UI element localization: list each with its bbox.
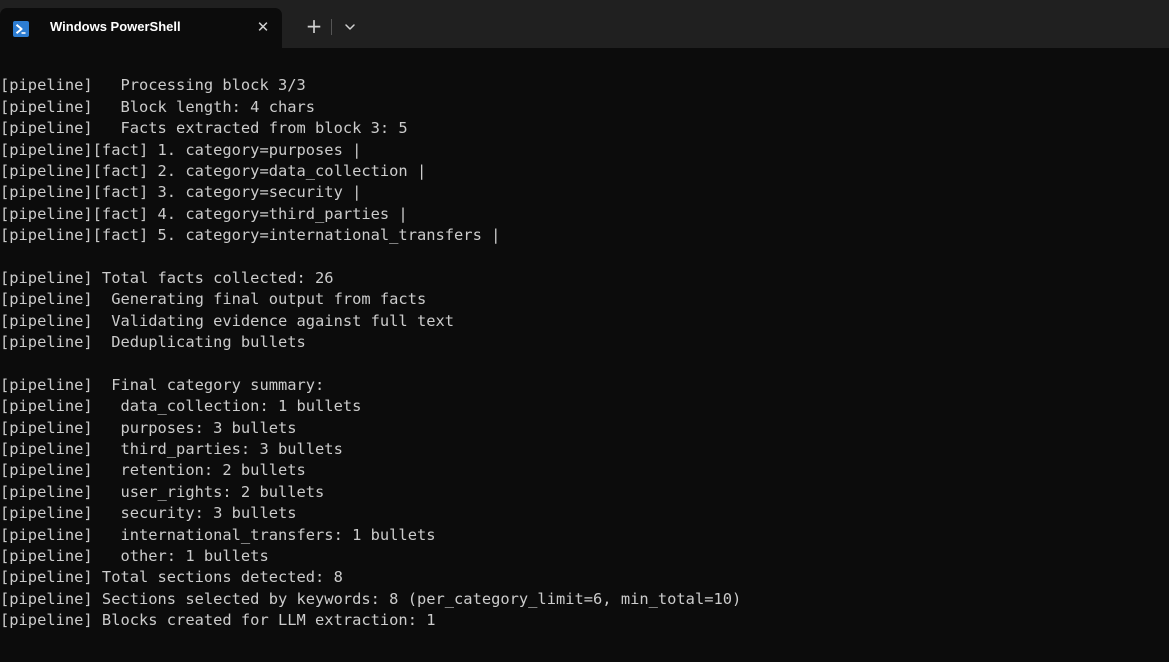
close-icon[interactable]: ✕: [253, 17, 273, 37]
console-line: [pipeline] Final category summary:: [0, 375, 325, 394]
console-line: [pipeline] Validating evidence against f…: [0, 311, 455, 330]
console-line: [pipeline] international_transfers: 1 bu…: [0, 525, 436, 544]
console-line: [pipeline] data_collection: 1 bullets: [0, 397, 362, 416]
console-line: [pipeline] Facts extracted from block 3:…: [0, 119, 408, 138]
console-line: [pipeline] Total facts collected: 26: [0, 268, 334, 287]
console-line: [pipeline] Deduplicating bullets: [0, 333, 306, 352]
console-line: [pipeline][fact] 1. category=purposes |: [0, 140, 362, 159]
console-line: [pipeline] user_rights: 2 bullets: [0, 482, 325, 501]
terminal-window: Windows PowerShell ✕ + [pipeline] Proces…: [0, 0, 1169, 662]
plus-icon[interactable]: +: [301, 14, 327, 40]
console-line: [pipeline][fact] 4. category=third_parti…: [0, 204, 408, 223]
console-line: [pipeline] third_parties: 3 bullets: [0, 440, 343, 459]
console-line: [pipeline] purposes: 3 bullets: [0, 418, 297, 437]
console-line: [pipeline] Generating final output from …: [0, 290, 427, 309]
console-line: [pipeline] Blocks created for LLM extrac…: [0, 611, 436, 630]
console-line: [pipeline] retention: 2 bullets: [0, 461, 306, 480]
console-line: [pipeline] security: 3 bullets: [0, 504, 297, 523]
console-line: [pipeline][fact] 3. category=security |: [0, 183, 362, 202]
console-output[interactable]: [pipeline] Processing block 3/3 [pipeline…: [0, 48, 1169, 662]
console-line: [pipeline] Sections selected by keywords…: [0, 589, 742, 608]
tab-title: Windows PowerShell: [50, 19, 181, 34]
console-line: [pipeline][fact] 2. category=data_collec…: [0, 161, 427, 180]
console-line: [pipeline] Block length: 4 chars: [0, 97, 316, 116]
powershell-icon: [13, 21, 29, 37]
console-line: [pipeline] other: 1 bullets: [0, 546, 269, 565]
title-bar: Windows PowerShell ✕ +: [0, 0, 1169, 48]
chevron-down-icon[interactable]: [337, 14, 363, 40]
tab-separator: [331, 19, 332, 35]
console-line: [pipeline] Processing block 3/3: [0, 76, 306, 95]
console-line: [pipeline] Total sections detected: 8: [0, 568, 343, 587]
tab-windows-powershell[interactable]: Windows PowerShell ✕: [0, 8, 282, 48]
console-line: [pipeline][fact] 5. category=internation…: [0, 226, 501, 245]
